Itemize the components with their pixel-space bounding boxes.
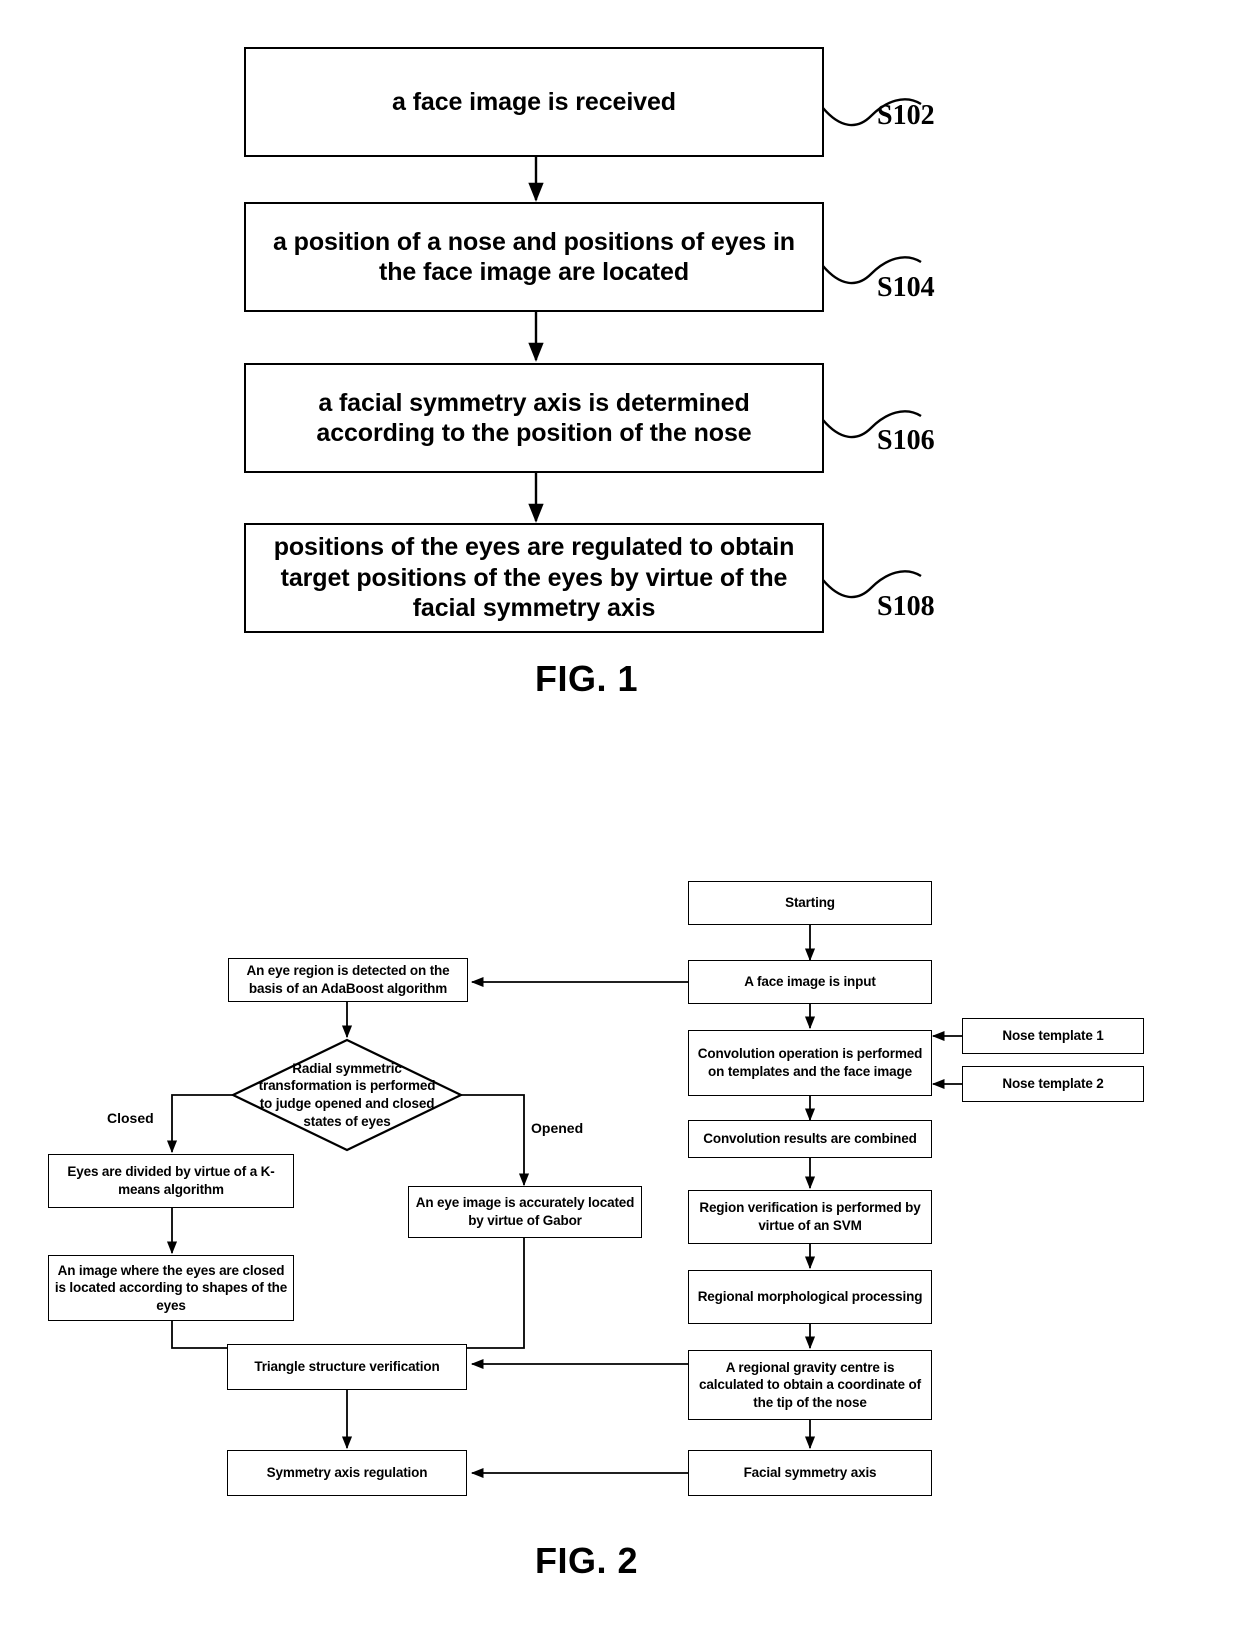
fig2-node-label: Regional morphological processing (697, 1289, 923, 1305)
fig2-node-nose-template-1: Nose template 1 (962, 1018, 1144, 1054)
fig2-node-label: An image where the eyes are closed is lo… (54, 1262, 288, 1313)
fig2-node-label: A regional gravity centre is calculated … (699, 1359, 921, 1410)
fig2-node-label: Convolution results are combined (703, 1131, 917, 1147)
fig2-node-eye-region-detect: An eye region is detected on the basis o… (228, 958, 468, 1002)
patent-figure-sheet: a face image is received S102 a position… (0, 0, 1240, 1647)
fig2-node-starting: Starting (688, 881, 932, 925)
fig2-node-face-image-input: A face image is input (688, 960, 932, 1004)
fig2-node-radial-symmetric-decision: Radial symmetric transformation is perfo… (231, 1038, 463, 1152)
fig2-node-label: Starting (785, 895, 835, 911)
fig2-node-convolution-results: Convolution results are combined (688, 1120, 932, 1158)
fig2-node-label: An eye image is accurately located by vi… (415, 1195, 635, 1228)
fig2-caption: FIG. 2 (535, 1540, 639, 1581)
fig2-node-region-verification: Region verification is performed by virt… (688, 1190, 932, 1244)
fig2-node-gravity-centre: A regional gravity centre is calculated … (688, 1350, 932, 1420)
fig1-step-box-s104: a position of a nose and positions of ey… (244, 202, 824, 312)
fig2-node-label: Radial symmetric transformation is perfo… (258, 1060, 436, 1129)
fig1-step-label-s104: S104 (877, 272, 935, 303)
fig2-node-label: Triangle structure verification (254, 1359, 440, 1375)
fig2-node-regional-morphological: Regional morphological processing (688, 1270, 932, 1324)
fig2-node-label: Facial symmetry axis (743, 1465, 877, 1481)
fig2-node-gabor: An eye image is accurately located by vi… (408, 1186, 642, 1238)
fig1-step-box-s106: a facial symmetry axis is determined acc… (244, 363, 824, 473)
fig1-step-box-s102: a face image is received (244, 47, 824, 157)
fig2-node-facial-symmetry-axis: Facial symmetry axis (688, 1450, 932, 1496)
fig2-node-closed-eyes-located: An image where the eyes are closed is lo… (48, 1255, 294, 1321)
fig1-step-label-s106: S106 (877, 425, 935, 456)
fig2-node-label: Symmetry axis regulation (266, 1465, 428, 1481)
fig1-step-label-s102: S102 (877, 100, 935, 131)
fig2-node-symmetry-regulation: Symmetry axis regulation (227, 1450, 467, 1496)
fig2-node-label: Convolution operation is performed on te… (697, 1046, 923, 1079)
fig2-node-convolution-operation: Convolution operation is performed on te… (688, 1030, 932, 1096)
fig1-step-text: positions of the eyes are regulated to o… (273, 533, 795, 623)
fig2-node-label: Nose template 1 (1002, 1028, 1104, 1044)
fig1-step-box-s108: positions of the eyes are regulated to o… (244, 523, 824, 633)
fig2-edge-label-opened: Opened (531, 1120, 584, 1136)
fig2-edge-label-closed: Closed (107, 1110, 154, 1126)
fig2-node-label: Region verification is performed by virt… (699, 1200, 921, 1233)
fig1-step-label-s108: S108 (877, 591, 935, 622)
fig1-step-text: a position of a nose and positions of ey… (273, 227, 795, 287)
fig2-node-kmeans: Eyes are divided by virtue of a K-means … (48, 1154, 294, 1208)
fig2-node-triangle-verification: Triangle structure verification (227, 1344, 467, 1390)
fig2-node-label: An eye region is detected on the basis o… (246, 963, 450, 996)
fig2-node-label: Eyes are divided by virtue of a K-means … (67, 1164, 275, 1197)
fig1-step-text: a facial symmetry axis is determined acc… (316, 388, 752, 448)
fig2-node-label: Nose template 2 (1002, 1076, 1104, 1092)
fig1-step-text: a face image is received (392, 87, 676, 116)
fig2-node-nose-template-2: Nose template 2 (962, 1066, 1144, 1102)
fig1-caption: FIG. 1 (535, 658, 639, 699)
fig2-node-label: A face image is input (744, 974, 876, 990)
